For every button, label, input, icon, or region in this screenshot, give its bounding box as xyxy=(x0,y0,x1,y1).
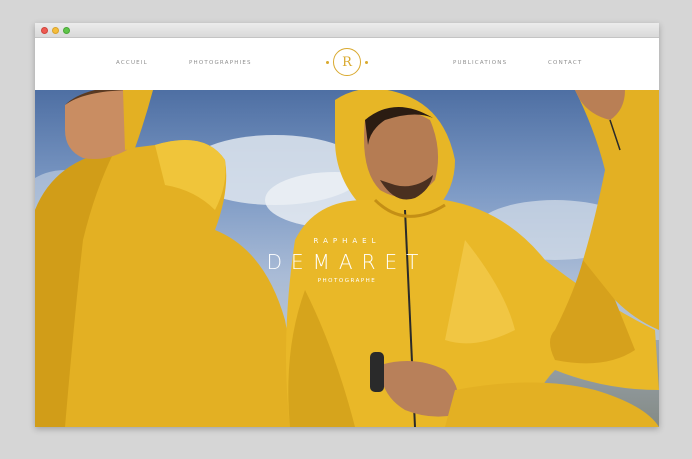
logo-left-dot xyxy=(326,61,329,64)
minimize-window-button[interactable] xyxy=(52,27,59,34)
hero-illustration xyxy=(35,90,659,427)
window-titlebar xyxy=(35,23,659,38)
nav-link-photographies[interactable]: PHOTOGRAPHIES xyxy=(189,60,252,66)
site-header-nav: ACCUEIL PHOTOGRAPHIES R PUBLICATIONS CON… xyxy=(35,38,659,90)
maximize-window-button[interactable] xyxy=(63,27,70,34)
browser-window: ACCUEIL PHOTOGRAPHIES R PUBLICATIONS CON… xyxy=(35,23,659,427)
hero-photo: RAPHAEL DEMARET PHOTOGRAPHE xyxy=(35,90,659,427)
logo-letter: R xyxy=(342,54,352,70)
nav-link-contact[interactable]: CONTACT xyxy=(548,60,582,66)
logo-right-dot xyxy=(365,61,368,64)
nav-link-publications[interactable]: PUBLICATIONS xyxy=(453,60,507,66)
close-window-button[interactable] xyxy=(41,27,48,34)
site-logo[interactable]: R xyxy=(333,48,361,76)
nav-link-accueil[interactable]: ACCUEIL xyxy=(116,60,148,66)
